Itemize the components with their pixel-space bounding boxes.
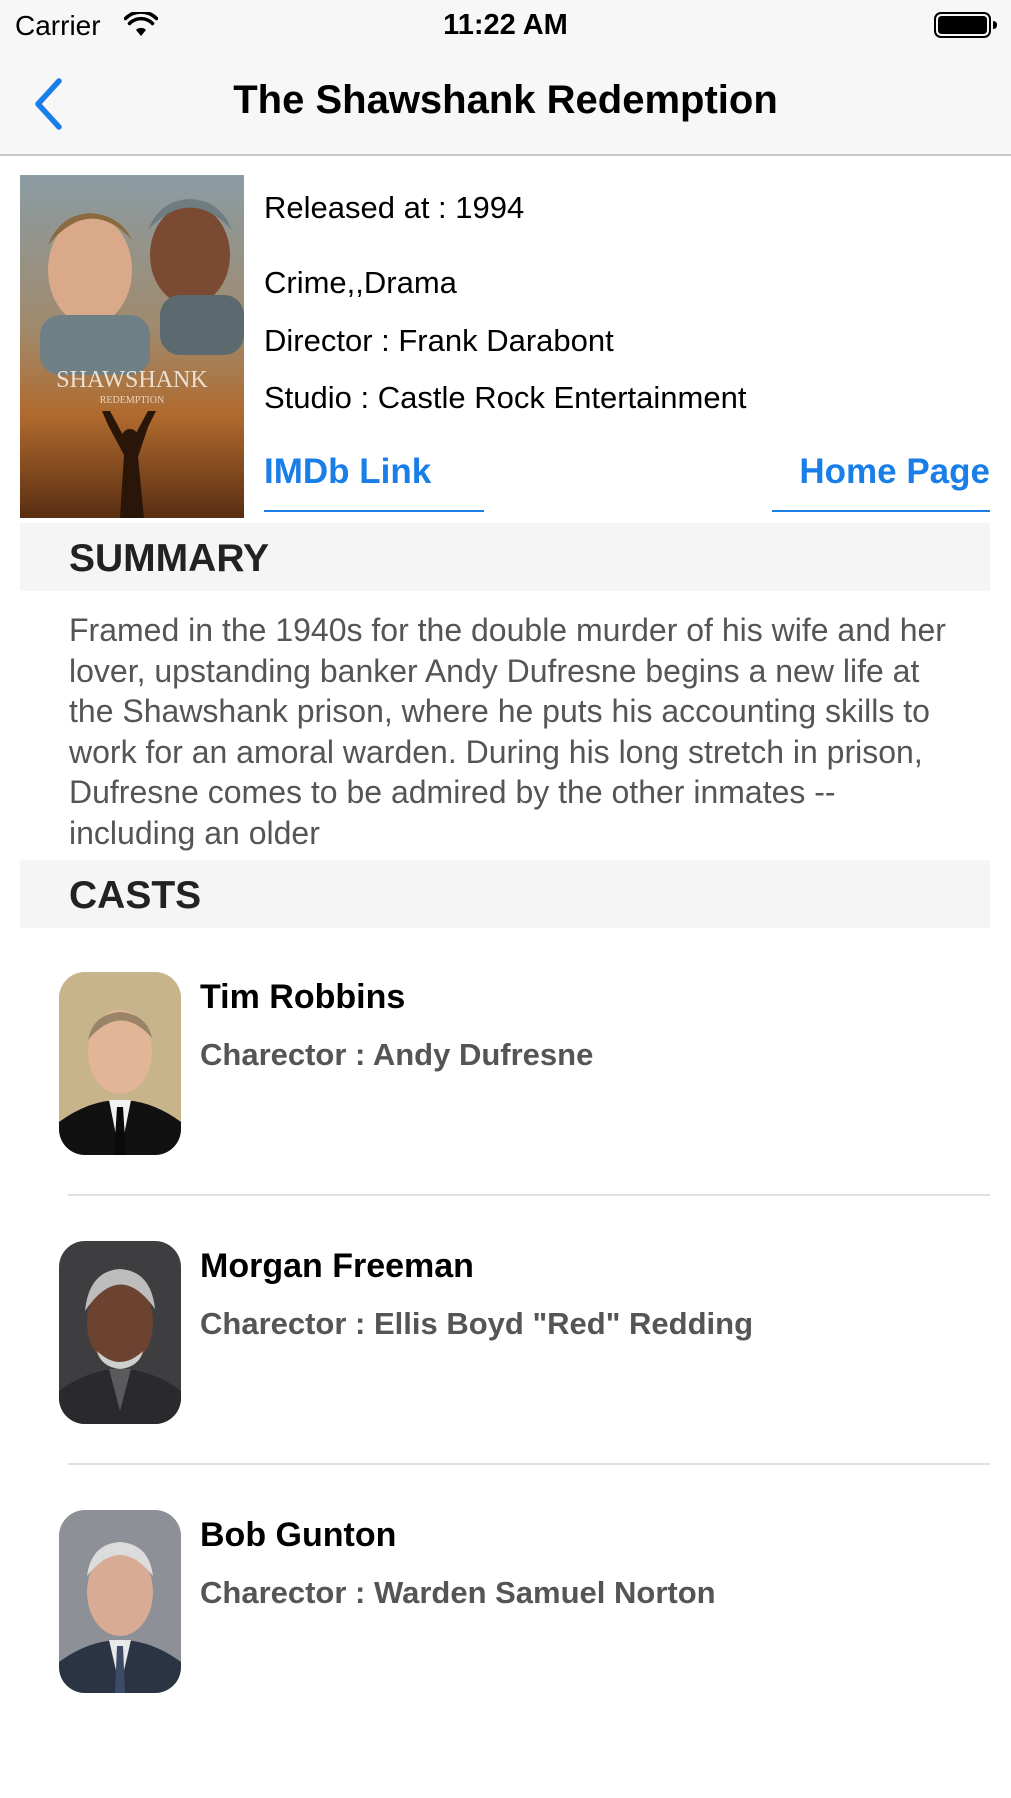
row-divider bbox=[68, 1463, 990, 1465]
movie-poster: SHAWSHANK REDEMPTION bbox=[20, 175, 244, 518]
poster-title: SHAWSHANK bbox=[56, 367, 208, 393]
genres: Crime,,Drama bbox=[264, 265, 457, 300]
poster-subtitle: REDEMPTION bbox=[100, 395, 164, 406]
cast-avatar bbox=[59, 972, 181, 1155]
cast-role: Charector : Ellis Boyd "Red" Redding bbox=[200, 1306, 754, 1341]
cast-row-bob-gunton[interactable]: Bob Gunton Charector : Warden Samuel Nor… bbox=[0, 1466, 1011, 1734]
cast-role: Charector : Andy Dufresne bbox=[200, 1037, 594, 1072]
page-title: The Shawshank Redemption bbox=[233, 78, 778, 122]
summary-title: SUMMARY bbox=[69, 537, 270, 580]
status-bar: Carrier 11:22 AM bbox=[0, 0, 1011, 52]
imdb-link-button[interactable]: IMDb Link bbox=[264, 452, 484, 512]
director: Director : Frank Darabont bbox=[264, 323, 614, 358]
casts-header: CASTS bbox=[20, 860, 990, 928]
home-page-button[interactable]: Home Page bbox=[772, 452, 990, 512]
row-divider bbox=[68, 1194, 990, 1196]
cast-row-tim-robbins[interactable]: Tim Robbins Charector : Andy Dufresne bbox=[0, 928, 1011, 1196]
studio: Studio : Castle Rock Entertainment bbox=[264, 380, 747, 415]
cast-role: Charector : Warden Samuel Norton bbox=[200, 1575, 716, 1610]
summary-text: Framed in the 1940s for the double murde… bbox=[69, 612, 946, 851]
clock: 11:22 AM bbox=[443, 9, 568, 41]
cast-avatar bbox=[59, 1510, 181, 1693]
cast-name: Morgan Freeman bbox=[200, 1247, 474, 1285]
navigation-bar: The Shawshank Redemption bbox=[0, 52, 1011, 156]
release-date: Released at : 1994 bbox=[264, 190, 525, 225]
cast-name: Tim Robbins bbox=[200, 978, 406, 1016]
summary-header: SUMMARY bbox=[20, 523, 990, 591]
casts-title: CASTS bbox=[69, 874, 202, 917]
cast-name: Bob Gunton bbox=[200, 1516, 397, 1554]
cast-avatar bbox=[59, 1241, 181, 1424]
battery-icon bbox=[934, 12, 997, 38]
cast-row-morgan-freeman[interactable]: Morgan Freeman Charector : Ellis Boyd "R… bbox=[0, 1197, 1011, 1465]
